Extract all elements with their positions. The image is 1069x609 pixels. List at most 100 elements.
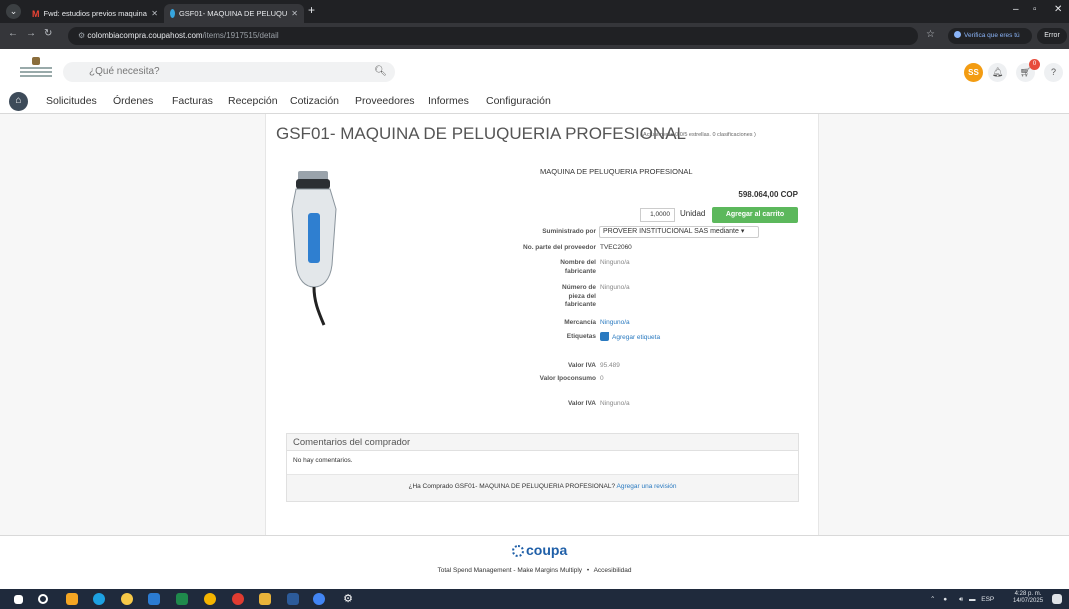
- avatar[interactable]: SS: [964, 63, 983, 82]
- nav-proveedores[interactable]: Proveedores: [355, 95, 415, 107]
- left-gutter: [0, 114, 266, 535]
- gmail-icon: M: [32, 8, 40, 19]
- verify-label: Verifica que eres tú: [964, 32, 1020, 39]
- help-icon[interactable]: ?: [1044, 63, 1063, 82]
- manufacturer-value: Ninguno/a: [600, 259, 630, 266]
- home-icon[interactable]: ⌂: [9, 92, 28, 111]
- network-icon[interactable]: ▬: [969, 596, 976, 603]
- nav-informes[interactable]: Informes: [428, 95, 469, 107]
- site-info-icon[interactable]: ⚙: [78, 31, 85, 40]
- url-path: /items/1917515/detail: [202, 31, 279, 40]
- search-input[interactable]: ¿Qué necesita? 🔍︎: [63, 62, 395, 82]
- ipoconsumo-label: Valor Ipoconsumo: [539, 375, 596, 382]
- nav-cotizacion[interactable]: Cotización: [290, 95, 339, 107]
- system-tray: ⌃ ● 🔊︎ ▬ ESP: [930, 595, 994, 604]
- page-title: GSF01- MAQUINA DE PELUQUERIA PROFESIONAL: [276, 124, 686, 143]
- bookmark-star-icon[interactable]: ☆: [926, 29, 935, 40]
- iva2-value: Ninguno/a: [600, 400, 630, 407]
- window-close-icon[interactable]: ✕: [1054, 4, 1062, 15]
- rating-summary[interactable]: ( Actualmente 0.0/5 estrellas. 0 clasifi…: [640, 132, 756, 138]
- right-gutter: [818, 114, 1069, 535]
- commodity-label: Mercancía: [564, 319, 596, 326]
- commodity-value[interactable]: Ninguno/a: [600, 319, 630, 326]
- error-label: Error: [1044, 32, 1060, 39]
- back-icon[interactable]: ←: [8, 28, 18, 39]
- language-indicator[interactable]: ESP: [981, 596, 994, 603]
- forward-icon[interactable]: →: [26, 28, 36, 39]
- minimize-icon[interactable]: –: [1013, 4, 1019, 15]
- quantity-input[interactable]: 1,0000: [640, 208, 675, 222]
- excel-icon[interactable]: [176, 593, 188, 605]
- url-host: colombiacompra.coupahost.com: [87, 31, 203, 40]
- notifications-bell-icon[interactable]: 🔔︎: [988, 63, 1007, 82]
- iva-value: 95.489: [600, 362, 620, 369]
- add-tag-label: Agregar etiqueta: [612, 334, 661, 341]
- coupa-favicon-icon: [170, 9, 175, 18]
- verify-chip[interactable]: Verifica que eres tú: [948, 28, 1032, 44]
- add-review-link[interactable]: Agregar una revisión: [617, 483, 677, 490]
- logo-line: [20, 75, 52, 77]
- product-price: 598.064,00 COP: [738, 190, 798, 199]
- edge-icon[interactable]: [93, 593, 105, 605]
- unit-label: Unidad: [680, 209, 706, 218]
- crest-icon: [32, 57, 40, 65]
- opera-icon[interactable]: [232, 593, 244, 605]
- footer-tagline[interactable]: Total Spend Management - Make Margins Mu…: [438, 567, 583, 574]
- search-icon[interactable]: 🔍︎: [374, 62, 387, 82]
- tag-icon: [600, 332, 609, 341]
- chrome-icon[interactable]: [204, 593, 216, 605]
- search-taskbar-icon[interactable]: [38, 594, 48, 604]
- review-question: ¿Ha Comprado GSF01- MAQUINA DE PELUQUERI…: [408, 483, 616, 490]
- error-button[interactable]: Error: [1037, 28, 1067, 44]
- volume-icon[interactable]: 🔊︎: [959, 596, 963, 603]
- reload-icon[interactable]: ↻: [44, 28, 52, 39]
- file-explorer-icon[interactable]: [259, 593, 271, 605]
- chrome-canary-icon[interactable]: [121, 593, 133, 605]
- nav-facturas[interactable]: Facturas: [172, 95, 213, 107]
- close-icon[interactable]: ✕: [291, 9, 298, 18]
- clock-date: 14/07/2025: [1013, 598, 1044, 604]
- nav-recepcion[interactable]: Recepción: [228, 95, 278, 107]
- tray-app-icon[interactable]: ●: [943, 596, 947, 603]
- logo-line: [20, 71, 52, 73]
- footer-links: Total Spend Management - Make Margins Mu…: [0, 567, 1069, 574]
- windows-start-icon[interactable]: [14, 595, 23, 604]
- taskbar: [0, 589, 1069, 609]
- profile-icon: [954, 31, 961, 38]
- footer-separator: •: [586, 567, 590, 574]
- nav-ordenes[interactable]: Órdenes: [113, 95, 153, 107]
- coupa-logo-icon: [512, 545, 524, 557]
- mfr-part-value: Ninguno/a: [600, 284, 630, 291]
- tab-search-icon[interactable]: ⌄: [6, 4, 21, 19]
- close-icon[interactable]: ✕: [151, 9, 158, 18]
- add-tag-link[interactable]: Agregar etiqueta: [600, 332, 660, 341]
- tab-gmail[interactable]: M Fwd: estudios previos maquina ✕: [26, 4, 164, 23]
- chrome-active-icon[interactable]: [313, 593, 325, 605]
- supplier-select[interactable]: PROVEER INSTITUCIONAL SAS mediante ▾: [599, 226, 759, 238]
- clock-time: 4:28 p. m.: [1014, 591, 1042, 597]
- agency-logo[interactable]: [18, 57, 54, 79]
- notifications-center-icon[interactable]: [1052, 594, 1062, 604]
- clipper-cord: [312, 286, 326, 326]
- app2-icon[interactable]: [287, 593, 299, 605]
- url-input[interactable]: ⚙ colombiacompra.coupahost.com/items/191…: [68, 27, 918, 45]
- nav-solicitudes[interactable]: Solicitudes: [46, 95, 97, 107]
- tray-chevron-icon[interactable]: ⌃: [930, 596, 935, 603]
- iva2-label: Valor IVA: [567, 400, 596, 407]
- accessibility-link[interactable]: Accesibilidad: [594, 567, 632, 574]
- settings-gear-icon[interactable]: ⚙: [342, 593, 354, 605]
- outlook-icon[interactable]: [148, 593, 160, 605]
- footer-divider: [0, 535, 1069, 536]
- taskbar-clock[interactable]: 4:28 p. m. 14/07/2025: [1013, 591, 1043, 605]
- new-tab-icon[interactable]: +: [308, 3, 315, 17]
- add-to-cart-button[interactable]: Agregar al carrito: [712, 207, 798, 223]
- product-image[interactable]: [284, 165, 344, 327]
- app-icon[interactable]: [66, 593, 78, 605]
- maximize-icon[interactable]: ▫: [1033, 4, 1037, 15]
- nav-configuracion[interactable]: Configuración: [486, 95, 551, 107]
- supplied-by-label: Suministrado por: [542, 228, 596, 235]
- clipper-head: [296, 179, 330, 189]
- tab-coupa-item[interactable]: GSF01- MAQUINA DE PELUQU ✕: [164, 4, 304, 23]
- coupa-logo[interactable]: coupa: [512, 542, 567, 558]
- part-no-value: TVEC2060: [600, 244, 632, 251]
